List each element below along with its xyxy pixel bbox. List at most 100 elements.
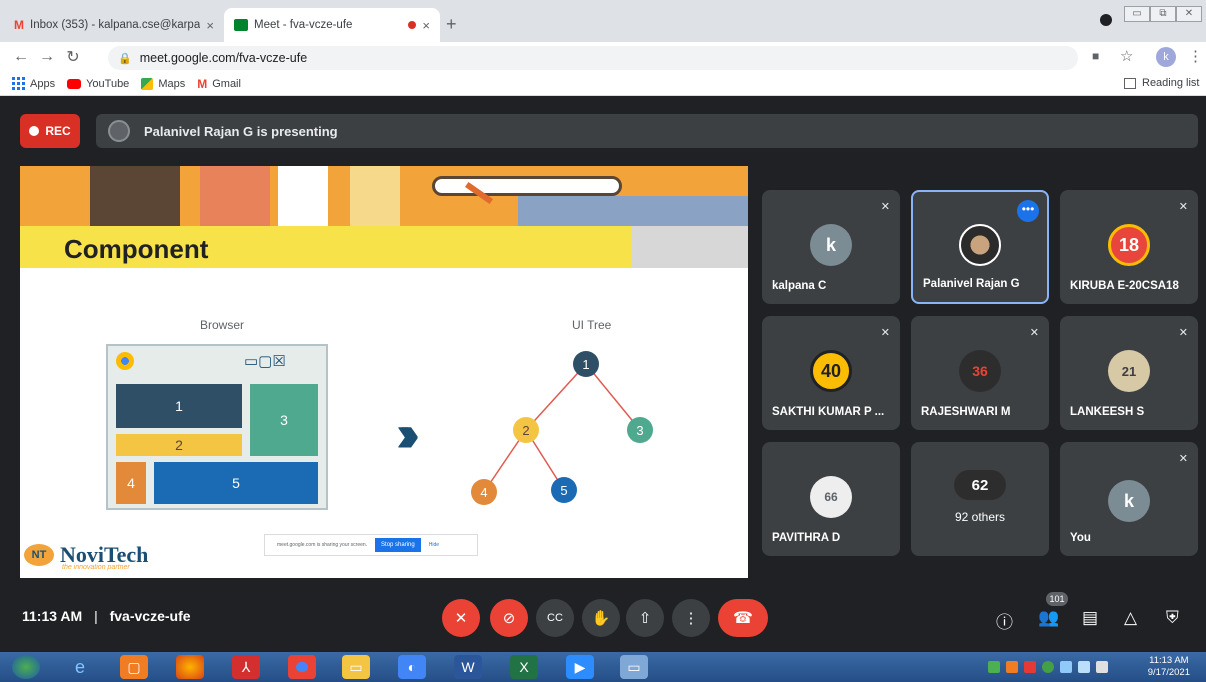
participant-count-badge: 101 <box>1046 592 1068 606</box>
separator: | <box>94 608 98 624</box>
banner-block <box>632 226 748 268</box>
file-explorer-icon[interactable]: ▭ <box>342 655 370 679</box>
word-icon[interactable]: W <box>454 655 482 679</box>
more-options-button[interactable]: ⋮ <box>672 599 710 637</box>
bookmark-label: Gmail <box>212 77 241 90</box>
maximize-button[interactable]: ⧉ <box>1150 6 1176 22</box>
close-tab-icon[interactable]: × <box>422 18 430 33</box>
shared-screen: Component Browser UI Tree ▭▢☒ 1 3 2 4 5 … <box>20 166 748 578</box>
lock-icon: 🔒 <box>118 52 132 65</box>
tray-icon[interactable] <box>988 661 1000 673</box>
participant-name: SAKTHI KUMAR P ... <box>772 406 885 418</box>
browser-illustration: ▭▢☒ 1 3 2 4 5 <box>106 344 328 510</box>
internet-explorer-icon[interactable]: e <box>66 655 94 679</box>
mic-off-icon: ✕ <box>1029 327 1039 339</box>
leave-call-button[interactable]: ☎ <box>718 599 768 637</box>
zoom-icon[interactable]: ▶ <box>566 655 594 679</box>
share-notice-text: meet.google.com is sharing your screen. <box>277 542 368 548</box>
chat-icon[interactable]: ▤ <box>1082 608 1098 628</box>
avatar: 36 <box>959 350 1001 392</box>
tray-icon[interactable] <box>1006 661 1018 673</box>
bookmark-youtube[interactable]: YouTube <box>67 78 129 90</box>
meeting-info-icon[interactable]: ⓘ <box>996 608 1013 633</box>
mic-off-button[interactable]: ✕ <box>442 599 480 637</box>
tab-meet[interactable]: Meet - fva-vcze-ufe × <box>224 8 440 42</box>
gmail-icon: M <box>197 76 208 91</box>
close-window-button[interactable]: ✕ <box>1176 6 1202 22</box>
close-tab-icon[interactable]: × <box>206 18 214 33</box>
participant-tile[interactable]: ••• Palanivel Rajan G <box>911 190 1049 304</box>
back-icon[interactable]: ← <box>8 48 34 66</box>
tree-node-label: 3 <box>636 423 643 438</box>
chrome-icon <box>116 352 134 370</box>
banner-decoration <box>278 166 328 226</box>
participant-tile[interactable]: ✕ 36 RAJESHWARI M <box>911 316 1049 430</box>
clock-date: 9/17/2021 <box>1147 667 1190 678</box>
participant-name: RAJESHWARI M <box>921 406 1011 418</box>
bookmark-maps[interactable]: Maps <box>141 77 185 90</box>
meet-stage: REC Palanivel Rajan G is presenting Comp… <box>0 96 1206 652</box>
participant-tile[interactable]: ✕ 21 LANKEESH S <box>1060 316 1198 430</box>
acrobat-icon[interactable]: ⅄ <box>232 655 260 679</box>
participant-tile[interactable]: ✕ k kalpana C <box>762 190 900 304</box>
avatar: 21 <box>1108 350 1150 392</box>
host-controls-icon[interactable]: ⛨ <box>1166 608 1179 628</box>
participant-tile[interactable]: ✕ 18 KIRUBA E-20CSA18 <box>1060 190 1198 304</box>
gmail-icon: M <box>14 18 24 32</box>
chrome-icon[interactable] <box>288 655 316 679</box>
bookmark-apps[interactable]: Apps <box>12 77 55 90</box>
firefox-icon[interactable] <box>176 655 204 679</box>
profile-avatar[interactable]: k <box>1156 47 1176 67</box>
system-clock[interactable]: 11:13 AM 9/17/2021 <box>1148 655 1190 679</box>
raise-hand-button[interactable]: ✋ <box>582 599 620 637</box>
captions-button[interactable]: CC <box>536 599 574 637</box>
more-options-button[interactable]: ••• <box>1017 200 1039 222</box>
avatar: k <box>1108 480 1150 522</box>
menu-icon[interactable]: ⋮ <box>1188 47 1203 65</box>
participant-tile[interactable]: ✕ 40 SAKTHI KUMAR P ... <box>762 316 900 430</box>
banner-decoration <box>350 166 400 226</box>
presenter-avatar <box>108 120 130 142</box>
people-icon[interactable]: 👥 <box>1038 608 1059 628</box>
avatar: 66 <box>810 476 852 518</box>
avatar: 18 <box>1108 224 1150 266</box>
chrome-active-icon[interactable]: ◐ <box>398 655 426 679</box>
snipping-tool-icon[interactable]: ▭ <box>620 655 648 679</box>
tray-flag-icon[interactable] <box>1096 661 1108 673</box>
os-taskbar: e ▢ ⅄ ▭ ◐ W X ▶ ▭ 11:13 AM 9/17/2021 <box>0 652 1206 682</box>
participant-tile[interactable]: 66 PAVITHRA D <box>762 442 900 556</box>
tray-icon[interactable] <box>1024 661 1036 673</box>
media-player-icon[interactable]: ▢ <box>120 655 148 679</box>
activities-icon[interactable]: △ <box>1124 608 1137 628</box>
bookmark-star-icon[interactable]: ☆ <box>1120 47 1133 65</box>
present-button[interactable]: ⇧ <box>626 599 664 637</box>
tray-icon[interactable] <box>1042 661 1054 673</box>
avatar: 40 <box>810 350 852 392</box>
tab-title: Inbox (353) - kalpana.cse@karpa <box>30 19 201 31</box>
reload-icon[interactable]: ↻ <box>60 47 86 67</box>
record-indicator-icon <box>1100 14 1112 26</box>
volume-icon[interactable] <box>1078 661 1090 673</box>
new-tab-button[interactable]: + <box>446 14 457 35</box>
tab-gmail[interactable]: M Inbox (353) - kalpana.cse@karpa × <box>4 8 224 42</box>
box-3: 3 <box>250 384 318 456</box>
camera-icon[interactable]: ■ <box>1092 49 1099 63</box>
navigation-bar: ← → ↻ 🔒 meet.google.com/fva-vcze-ufe ■ ☆… <box>0 42 1206 72</box>
tree-node-label: 1 <box>582 357 589 372</box>
excel-icon[interactable]: X <box>510 655 538 679</box>
reading-list-button[interactable]: Reading list <box>1124 77 1199 89</box>
stop-sharing-button[interactable]: Stop sharing <box>375 538 421 552</box>
camera-off-button[interactable]: ⊘ <box>490 599 528 637</box>
self-tile[interactable]: ✕ k You <box>1060 442 1198 556</box>
url-text: meet.google.com/fva-vcze-ufe <box>139 51 308 65</box>
apps-grid-icon <box>12 77 25 90</box>
address-bar[interactable]: 🔒 meet.google.com/fva-vcze-ufe <box>108 46 1078 70</box>
minimize-button[interactable]: ▭ <box>1124 6 1150 22</box>
avatar: 62 <box>954 470 1006 500</box>
network-icon[interactable] <box>1060 661 1072 673</box>
bookmark-gmail[interactable]: M Gmail <box>197 77 241 91</box>
others-tile[interactable]: 62 92 others <box>911 442 1049 556</box>
forward-icon[interactable]: → <box>34 48 60 66</box>
start-button[interactable] <box>12 655 40 679</box>
hide-button[interactable]: Hide <box>429 542 439 548</box>
